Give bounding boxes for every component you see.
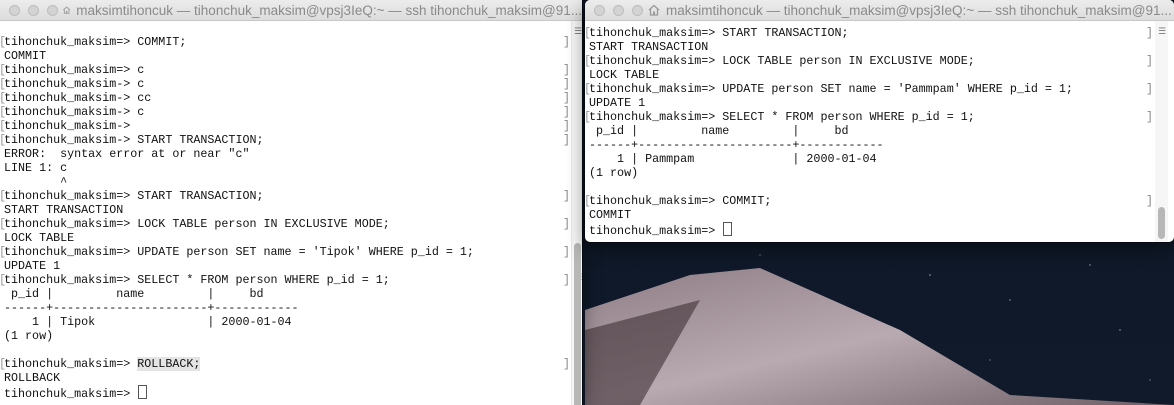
terminal-line: COMMIT — [589, 208, 632, 222]
window-title: maksimtihoncuk — tihonchuk_maksim@vpsj3I… — [76, 2, 582, 18]
close-button[interactable] — [594, 4, 605, 16]
window-controls — [0, 4, 58, 16]
terminal-window-left[interactable]: maksimtihoncuk — tihonchuk_maksim@vpsj3I… — [0, 0, 582, 405]
terminal-line: tihonchuk_maksim-> START TRANSACTION;] — [0, 133, 571, 147]
terminal-line: tihonchuk_maksim=> SELECT * FROM person … — [585, 110, 1160, 124]
terminal-line: tihonchuk_maksim-> c] — [0, 77, 571, 91]
line-mark: ] — [1146, 54, 1154, 68]
close-button[interactable] — [9, 4, 20, 16]
minimize-button[interactable] — [613, 4, 624, 16]
terminal-line: tihonchuk_maksim=> START TRANSACTION;] — [585, 26, 1160, 40]
terminal-line: tihonchuk_maksim-> c] — [0, 105, 571, 119]
rollback-command: ROLLBACK; — [137, 357, 201, 371]
terminal-line: ROLLBACK — [4, 371, 61, 385]
terminal-line: UPDATE 1 — [589, 96, 646, 110]
line-mark: ] — [1146, 110, 1154, 124]
terminal-line: LOCK TABLE — [589, 68, 660, 82]
scrollbar-thumb[interactable] — [1158, 207, 1165, 239]
terminal-line: tihonchuk_maksim-> cc] — [0, 91, 571, 105]
window-title: maksimtihoncuk — tihonchuk_maksim@vpsj3I… — [666, 2, 1172, 18]
line-mark: ] — [563, 217, 571, 231]
line-mark: ] — [563, 35, 571, 49]
zoom-button[interactable] — [47, 4, 58, 16]
text-cursor — [138, 385, 148, 399]
terminal-line: (1 row) — [4, 329, 54, 343]
terminal-line: tihonchuk_maksim=> UPDATE person SET nam… — [0, 245, 571, 259]
prompt: tihonchuk_maksim=> — [4, 357, 138, 371]
terminal-line: tihonchuk_maksim->] — [0, 119, 571, 133]
terminal-line: tihonchuk_maksim=> START TRANSACTION;] — [0, 189, 571, 203]
title-bar[interactable]: maksimtihoncuk — tihonchuk_maksim@vpsj3I… — [585, 0, 1174, 21]
line-mark: ] — [563, 105, 571, 119]
terminal-line: UPDATE 1 — [4, 259, 61, 273]
terminal-line: p_id | name | bd — [4, 287, 264, 301]
terminal-line: tihonchuk_maksim=> COMMIT;] — [585, 194, 1160, 208]
line-mark: ] — [563, 77, 571, 91]
terminal-line: 1 | Pammpam | 2000-01-04 — [589, 152, 877, 166]
line-mark: ] — [1146, 82, 1154, 96]
line-mark: ] — [563, 273, 571, 287]
terminal-line-prompt[interactable]: tihonchuk_maksim=> — [585, 222, 1160, 238]
terminal-line: ------+----------------------+----------… — [589, 138, 884, 152]
line-mark: ] — [563, 119, 571, 133]
terminal-line: tihonchuk_maksim=> c] — [0, 63, 571, 77]
vertical-scrollbar[interactable]: ☰ ☰ — [571, 21, 582, 405]
terminal-line: p_id | name | bd — [589, 124, 849, 138]
line-mark: ] — [1146, 26, 1154, 40]
terminal-line: ERROR: syntax error at or near "c" — [4, 147, 250, 161]
terminal-output[interactable]: tihonchuk_maksim=> COMMIT;] COMMIT tihon… — [0, 35, 571, 401]
menu-lines-icon[interactable]: ☰ — [1158, 27, 1166, 37]
line-mark: ] — [563, 91, 571, 105]
terminal-line: (1 row) — [589, 166, 639, 180]
terminal-output[interactable]: tihonchuk_maksim=> START TRANSACTION;] S… — [585, 26, 1160, 238]
prompt: tihonchuk_maksim=> — [589, 224, 723, 238]
terminal-line: START TRANSACTION — [589, 40, 709, 54]
terminal-line-rollback: tihonchuk_maksim=> ROLLBACK;] — [0, 357, 570, 371]
terminal-line-prompt[interactable]: tihonchuk_maksim=> — [0, 385, 568, 401]
terminal-line: COMMIT — [4, 49, 47, 63]
title-bar[interactable]: maksimtihoncuk — tihonchuk_maksim@vpsj3I… — [0, 0, 582, 21]
minimize-button[interactable] — [28, 4, 39, 16]
text-cursor — [723, 222, 733, 236]
line-mark: ] — [563, 245, 571, 259]
line-mark: ] — [1146, 194, 1154, 208]
terminal-line: ^ — [4, 175, 68, 189]
line-mark: ] — [563, 133, 571, 147]
terminal-line: tihonchuk_maksim=> SELECT * FROM person … — [0, 273, 571, 287]
terminal-line: tihonchuk_maksim=> LOCK TABLE person IN … — [585, 54, 1160, 68]
terminal-line: LOCK TABLE — [4, 231, 75, 245]
terminal-line: 1 | Tipok | 2000-01-04 — [4, 315, 292, 329]
home-icon — [63, 6, 71, 14]
line-mark: ] — [563, 63, 571, 77]
terminal-window-right[interactable]: maksimtihoncuk — tihonchuk_maksim@vpsj3I… — [585, 0, 1174, 242]
prompt: tihonchuk_maksim=> — [4, 387, 138, 401]
window-controls — [585, 4, 643, 16]
terminal-line: tihonchuk_maksim=> COMMIT;] — [0, 35, 571, 49]
scrollbar-thumb[interactable] — [574, 243, 581, 405]
line-mark: ] — [563, 189, 571, 203]
terminal-line: ------+----------------------+----------… — [4, 301, 299, 315]
home-icon — [648, 4, 660, 16]
terminal-line: START TRANSACTION — [4, 203, 124, 217]
terminal-line: tihonchuk_maksim=> UPDATE person SET nam… — [585, 82, 1160, 96]
terminal-line: tihonchuk_maksim=> LOCK TABLE person IN … — [0, 217, 571, 231]
terminal-line: LINE 1: c — [4, 161, 68, 175]
zoom-button[interactable] — [632, 4, 643, 16]
vertical-scrollbar[interactable]: ☰ — [1155, 21, 1168, 242]
menu-lines-icon[interactable]: ☰ — [574, 27, 582, 37]
